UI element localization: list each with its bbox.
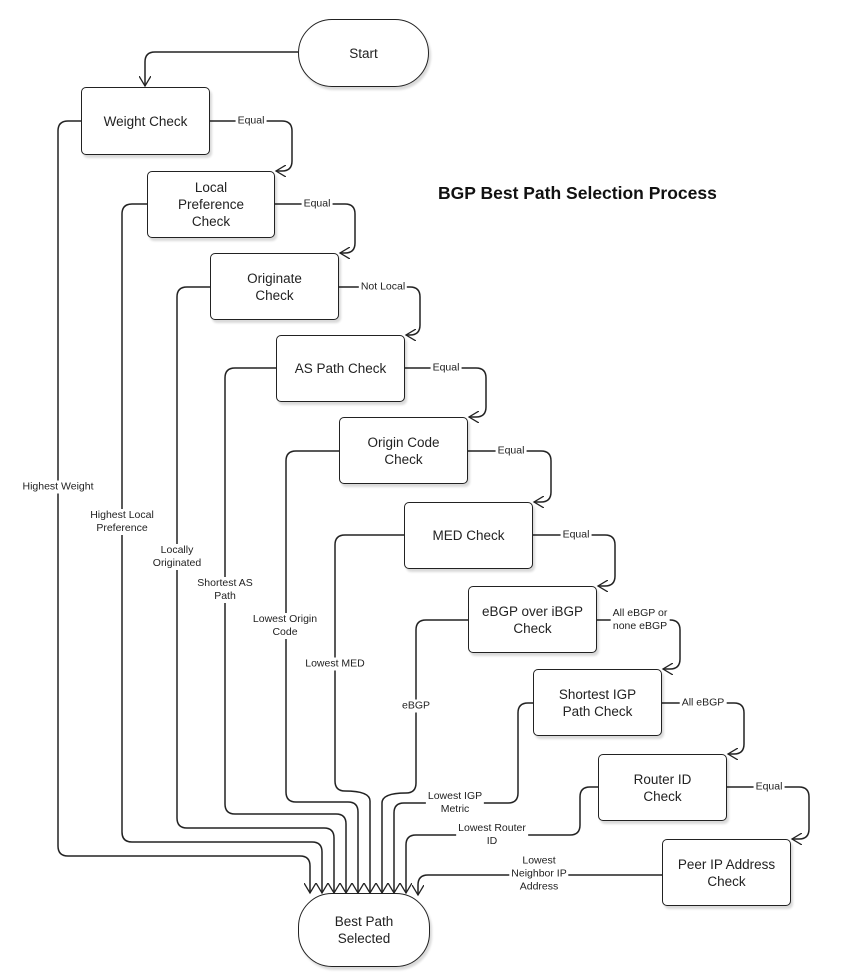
label-lowest-neighbor-ip: Lowest Neighbor IP Address	[509, 854, 569, 894]
label-lowest-med: Lowest MED	[303, 657, 367, 671]
label-locally-originated: Locally Originated	[150, 544, 204, 570]
local-preference-check-node[interactable]: Local Preference Check	[147, 171, 275, 238]
edge-aspath-next	[405, 367, 487, 417]
best-path-selected-node[interactable]: Best Path Selected	[298, 893, 430, 967]
label-localpref-equal: Equal	[301, 197, 333, 211]
label-ebgp: eBGP	[399, 699, 433, 713]
peer-ip-address-check-node[interactable]: Peer IP Address Check	[662, 839, 791, 906]
edge-originate-next	[339, 286, 421, 335]
label-ebgp-all-or-none: All eBGP or none eBGP	[610, 607, 670, 633]
label-highest-local-preference: Highest Local Preference	[88, 509, 156, 535]
edge-origincode-win	[285, 450, 358, 893]
label-shortest-as-path: Shortest AS Path	[195, 577, 255, 603]
label-originate-not-local: Not Local	[358, 280, 408, 294]
shortest-igp-path-check-node[interactable]: Shortest IGP Path Check	[533, 669, 662, 736]
weight-check-node[interactable]: Weight Check	[81, 87, 210, 155]
label-med-equal: Equal	[560, 528, 592, 542]
edge-routerid-next	[727, 786, 810, 839]
label-lowest-router-id: Lowest Router ID	[456, 822, 528, 848]
label-aspath-equal: Equal	[430, 361, 462, 375]
router-id-check-node[interactable]: Router ID Check	[598, 754, 727, 821]
label-igp-all-ebgp: All eBGP	[679, 696, 727, 710]
label-routerid-equal: Equal	[753, 780, 785, 794]
label-lowest-igp-metric: Lowest IGP Metric	[425, 790, 485, 816]
origin-code-check-node[interactable]: Origin Code Check	[339, 417, 468, 484]
edge-start-weight	[145, 51, 298, 86]
label-origincode-equal: Equal	[495, 444, 527, 458]
as-path-check-node[interactable]: AS Path Check	[276, 335, 405, 402]
edge-localpref-next	[275, 203, 356, 253]
med-check-node[interactable]: MED Check	[404, 502, 533, 569]
ebgp-over-ibgp-check-node[interactable]: eBGP over iBGP Check	[468, 586, 597, 653]
label-highest-weight: Highest Weight	[20, 480, 96, 494]
edge-ebgp-win	[382, 619, 468, 893]
start-node[interactable]: Start	[298, 19, 429, 87]
originate-check-node[interactable]: Originate Check	[210, 253, 339, 320]
label-lowest-origin-code: Lowest Origin Code	[250, 613, 320, 639]
edge-origincode-next	[468, 450, 552, 502]
edge-med-next	[533, 534, 616, 586]
label-weight-equal: Equal	[235, 114, 267, 128]
edge-igp-next	[662, 702, 745, 754]
edge-weight-next	[210, 120, 293, 171]
diagram-title: BGP Best Path Selection Process	[438, 183, 717, 203]
